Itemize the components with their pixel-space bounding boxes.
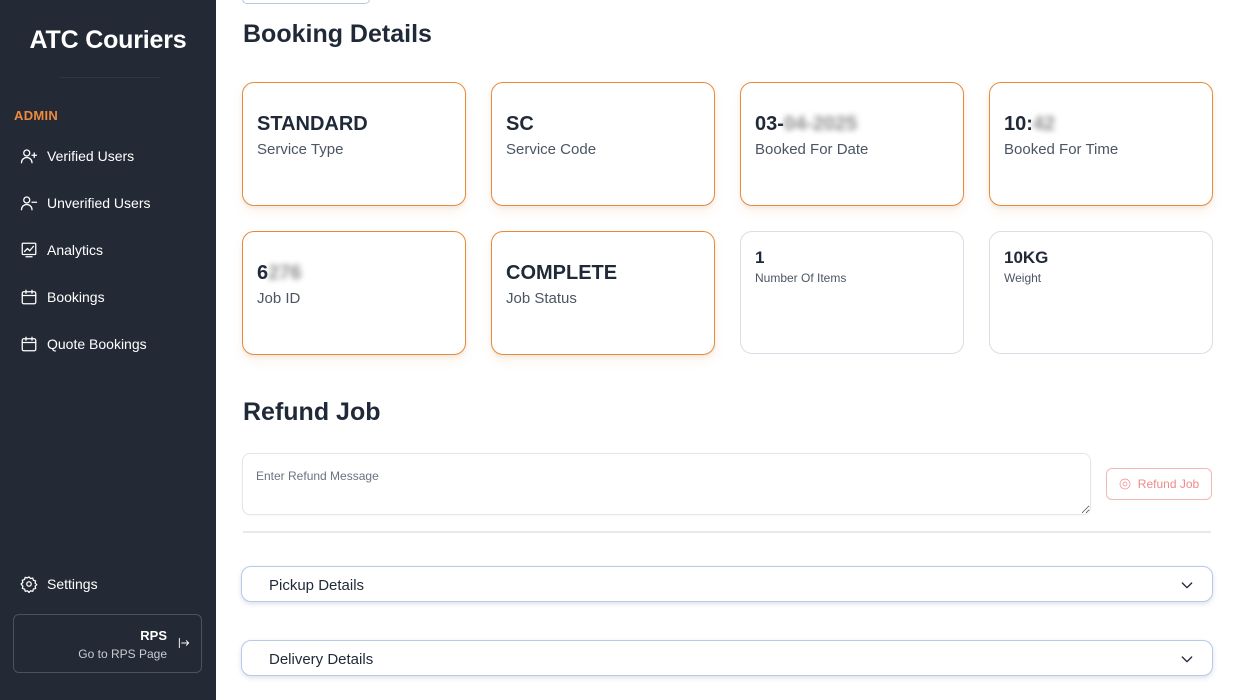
card-booked-time: 10:42 Booked For Time bbox=[989, 82, 1213, 206]
rps-subtitle: Go to RPS Page bbox=[78, 647, 167, 661]
card-label: Booked For Time bbox=[1004, 141, 1119, 158]
accordion-label: Pickup Details bbox=[269, 577, 365, 594]
sidebar-item-label: Bookings bbox=[47, 289, 105, 305]
brand-title: ATC Couriers bbox=[29, 26, 187, 54]
sidebar-item-label: Analytics bbox=[47, 242, 104, 258]
gear-icon bbox=[20, 576, 38, 593]
sidebar-item-unverified-users[interactable]: Unverified Users bbox=[20, 191, 150, 215]
top-tab-edge[interactable] bbox=[242, 0, 370, 4]
calendar-icon bbox=[21, 289, 37, 305]
section-label-admin: ADMIN bbox=[14, 108, 59, 123]
brand-divider bbox=[60, 77, 160, 78]
sidebar-item-bookings[interactable]: Bookings bbox=[20, 285, 105, 309]
sidebar-item-verified-users[interactable]: Verified Users bbox=[20, 144, 134, 168]
sidebar-item-settings[interactable]: Settings bbox=[20, 572, 98, 596]
redacted-value: 276 bbox=[268, 262, 302, 284]
card-value: SC bbox=[506, 113, 534, 135]
card-value: 10KG bbox=[1004, 248, 1049, 267]
card-label: Booked For Date bbox=[755, 141, 869, 158]
redacted-value: 04-2025 bbox=[783, 113, 858, 135]
sidebar-item-label: Verified Users bbox=[47, 148, 135, 164]
card-weight: 10KG Weight bbox=[989, 231, 1213, 354]
user-check-icon bbox=[20, 149, 38, 164]
refund-job-title: Refund Job bbox=[243, 398, 381, 426]
card-value: 6276 bbox=[257, 262, 302, 284]
sidebar-item-analytics[interactable]: Analytics bbox=[20, 238, 103, 262]
card-job-status: COMPLETE Job Status bbox=[491, 231, 715, 355]
chevron-down-icon bbox=[1181, 582, 1193, 589]
card-value: COMPLETE bbox=[506, 262, 618, 284]
calendar-icon bbox=[21, 336, 37, 352]
card-service-code: SC Service Code bbox=[491, 82, 715, 206]
booking-details-title: Booking Details bbox=[243, 20, 432, 48]
sidebar-item-label: Quote Bookings bbox=[47, 336, 147, 352]
card-label: Weight bbox=[1004, 271, 1042, 285]
card-label: Service Code bbox=[506, 141, 597, 158]
card-job-id: 6276 Job ID bbox=[242, 231, 466, 355]
sidebar-item-label: Settings bbox=[47, 576, 98, 592]
accordion-label: Delivery Details bbox=[269, 651, 374, 668]
rps-title: RPS bbox=[140, 628, 167, 643]
card-booked-date: 03-04-2025 Booked For Date bbox=[740, 82, 964, 206]
refund-coin-icon bbox=[1119, 478, 1131, 490]
card-service-type: STANDARD Service Type bbox=[242, 82, 466, 206]
card-value: 1 bbox=[755, 248, 765, 267]
sidebar-item-quote-bookings[interactable]: Quote Bookings bbox=[20, 332, 147, 356]
pickup-details-accordion[interactable]: Pickup Details bbox=[241, 566, 1213, 602]
section-divider bbox=[243, 531, 1211, 533]
refund-job-button[interactable]: Refund Job bbox=[1106, 468, 1212, 500]
user-minus-icon bbox=[20, 196, 38, 211]
chevron-down-icon bbox=[1181, 656, 1193, 663]
sidebar: ATC Couriers ADMIN Verified Users Unveri… bbox=[0, 0, 216, 700]
card-label: Job Status bbox=[506, 290, 577, 307]
refund-message-input[interactable] bbox=[242, 453, 1091, 515]
card-number-of-items: 1 Number Of Items bbox=[740, 231, 964, 354]
card-value: 10:42 bbox=[1004, 113, 1056, 135]
card-value: STANDARD bbox=[257, 113, 368, 135]
refund-button-label: Refund Job bbox=[1137, 477, 1200, 491]
card-value: 03-04-2025 bbox=[755, 113, 858, 135]
card-label: Service Type bbox=[257, 141, 344, 158]
chart-icon bbox=[21, 242, 37, 258]
redacted-value: 42 bbox=[1032, 113, 1056, 135]
arrow-right-to-line-icon bbox=[178, 637, 190, 649]
sidebar-item-label: Unverified Users bbox=[47, 195, 151, 211]
card-label: Job ID bbox=[257, 290, 301, 307]
card-label: Number Of Items bbox=[755, 271, 847, 285]
delivery-details-accordion[interactable]: Delivery Details bbox=[241, 640, 1213, 676]
rps-link-card[interactable]: RPS Go to RPS Page bbox=[13, 614, 202, 673]
